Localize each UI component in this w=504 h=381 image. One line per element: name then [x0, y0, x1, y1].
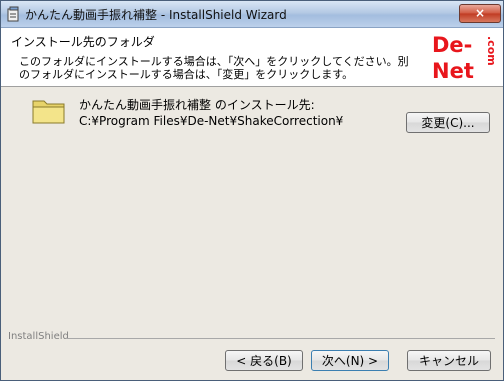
install-folder-label: かんたん動画手振れ補整 のインストール先:: [79, 98, 315, 112]
content-area: かんたん動画手振れ補整 のインストール先: C:¥Program Files¥D…: [1, 87, 503, 329]
svg-text:Net: Net: [432, 59, 474, 83]
footer-divider: [67, 338, 495, 339]
next-button[interactable]: 次へ(N) >: [311, 350, 389, 371]
installer-app-icon: [7, 6, 19, 22]
de-net-logo: De- Net .com: [430, 30, 494, 84]
svg-text:.com: .com: [485, 36, 494, 66]
header-panel: インストール先のフォルダ このフォルダにインストールする場合は、「次へ」をクリッ…: [1, 28, 503, 87]
installer-window: かんたん動画手振れ補整 - InstallShield Wizard × インス…: [0, 0, 504, 381]
cancel-button[interactable]: キャンセル: [407, 350, 491, 371]
back-button[interactable]: < 戻る(B): [225, 350, 303, 371]
installshield-brand: InstallShield: [8, 331, 69, 342]
page-description: このフォルダにインストールする場合は、「次へ」をクリックしてください。別のフォル…: [19, 55, 409, 81]
window-title: かんたん動画手振れ補整 - InstallShield Wizard: [25, 8, 287, 22]
title-bar[interactable]: かんたん動画手振れ補整 - InstallShield Wizard ×: [1, 1, 503, 28]
install-folder-path: C:¥Program Files¥De-Net¥ShakeCorrection¥: [79, 114, 344, 128]
page-title: インストール先のフォルダ: [11, 35, 155, 49]
folder-icon: [32, 100, 65, 124]
close-button[interactable]: ×: [459, 4, 501, 23]
change-folder-button[interactable]: 変更(C)...: [406, 112, 490, 133]
svg-text:De-: De-: [432, 33, 472, 57]
